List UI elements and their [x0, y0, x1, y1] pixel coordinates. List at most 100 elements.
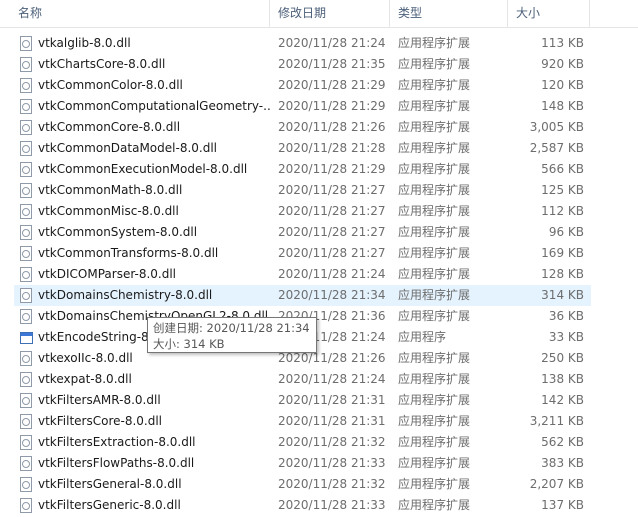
file-size: 36 KB [548, 309, 584, 323]
file-row[interactable]: vtkexpat-8.0.dll 2020/11/28 21:24 应用程序扩展 13… [0, 369, 638, 390]
file-name: vtkDomainsChemistry-8.0.dll [38, 288, 213, 302]
file-name: vtkFiltersGeneric-8.0.dll [38, 498, 181, 512]
column-header-date[interactable]: 修改日期 [272, 0, 390, 28]
column-header-name-label: 名称 [18, 6, 43, 20]
file-modified-date: 2020/11/28 21:34 [278, 288, 386, 302]
file-name: vtkFiltersCore-8.0.dll [38, 414, 163, 428]
file-modified-date: 2020/11/28 21:33 [278, 498, 386, 512]
file-type: 应用程序扩展 [398, 309, 471, 323]
file-size: 138 KB [541, 372, 584, 386]
file-name: vtkFiltersFlowPaths-8.0.dll [38, 456, 195, 470]
file-name: vtkCommonDataModel-8.0.dll [38, 141, 217, 155]
file-row[interactable]: vtkDomainsChemistryOpenGL2-8.0.dll 2020/1… [0, 306, 638, 327]
file-size: 120 KB [541, 78, 584, 92]
file-size: 128 KB [541, 267, 584, 281]
file-list: vtkalglib-8.0.dll 2020/11/28 21:24 应用程序扩展 1… [0, 33, 638, 516]
file-row[interactable]: vtkCommonDataModel-8.0.dll 2020/11/28 21:… [0, 138, 638, 159]
file-size: 314 KB [541, 288, 584, 302]
dll-file-icon [20, 267, 32, 282]
file-row[interactable]: vtkCommonColor-8.0.dll 2020/11/28 21:29 应用… [0, 75, 638, 96]
file-name: vtkChartsCore-8.0.dll [38, 57, 166, 71]
file-name: vtkFiltersGeneral-8.0.dll [38, 477, 182, 491]
file-type: 应用程序扩展 [398, 456, 471, 470]
dll-file-icon [20, 204, 32, 219]
file-row[interactable]: vtkCommonComputationalGeometry-... 2020/1… [0, 96, 638, 117]
file-size: 96 KB [548, 225, 584, 239]
column-header-size-label: 大小 [516, 6, 541, 20]
file-size: 2,207 KB [529, 477, 584, 491]
file-name: vtkCommonMisc-8.0.dll [38, 204, 179, 218]
file-modified-date: 2020/11/28 21:27 [278, 246, 386, 260]
file-modified-date: 2020/11/28 21:31 [278, 393, 386, 407]
file-row[interactable]: vtkChartsCore-8.0.dll 2020/11/28 21:35 应用程… [0, 54, 638, 75]
dll-file-icon [20, 78, 32, 93]
file-modified-date: 2020/11/28 21:24 [278, 267, 386, 281]
file-size: 33 KB [548, 330, 584, 344]
file-row[interactable]: vtkFiltersGeneral-8.0.dll 2020/11/28 21:3… [0, 474, 638, 495]
file-type: 应用程序 [398, 330, 447, 344]
file-type: 应用程序扩展 [398, 414, 471, 428]
file-row[interactable]: vtkCommonMath-8.0.dll 2020/11/28 21:27 应用程… [0, 180, 638, 201]
file-name: vtkCommonTransforms-8.0.dll [38, 246, 219, 260]
dll-file-icon [20, 372, 32, 387]
file-row[interactable]: vtkFiltersExtraction-8.0.dll 2020/11/28 2… [0, 432, 638, 453]
dll-file-icon [20, 36, 32, 51]
file-type: 应用程序扩展 [398, 435, 471, 449]
file-row[interactable]: vtkCommonSystem-8.0.dll 2020/11/28 21:27 应… [0, 222, 638, 243]
file-name: vtkexpat-8.0.dll [38, 372, 132, 386]
column-header-size[interactable]: 大小 [510, 0, 590, 28]
file-name: vtkCommonCore-8.0.dll [38, 120, 181, 134]
file-type: 应用程序扩展 [398, 351, 471, 365]
dll-file-icon [20, 435, 32, 450]
file-size: 113 KB [541, 36, 584, 50]
column-header-type[interactable]: 类型 [392, 0, 508, 28]
file-type: 应用程序扩展 [398, 204, 471, 218]
file-type: 应用程序扩展 [398, 36, 471, 50]
dll-file-icon [20, 477, 32, 492]
file-name: vtkCommonExecutionModel-8.0.dll [38, 162, 248, 176]
file-modified-date: 2020/11/28 21:35 [278, 57, 386, 71]
file-row[interactable]: vtkCommonExecutionModel-8.0.dll 2020/11/2… [0, 159, 638, 180]
file-row[interactable]: vtkFiltersCore-8.0.dll 2020/11/28 21:31 应用… [0, 411, 638, 432]
dll-file-icon [20, 414, 32, 429]
file-row[interactable]: vtkDICOMParser-8.0.dll 2020/11/28 21:24 应用… [0, 264, 638, 285]
file-type: 应用程序扩展 [398, 225, 471, 239]
column-header-bar: 名称 ^ 修改日期 类型 大小 [0, 0, 638, 28]
file-type: 应用程序扩展 [398, 246, 471, 260]
file-size: 566 KB [541, 162, 584, 176]
dll-file-icon [20, 246, 32, 261]
file-name: vtkFiltersAMR-8.0.dll [38, 393, 161, 407]
file-size: 125 KB [541, 183, 584, 197]
file-type: 应用程序扩展 [398, 141, 471, 155]
file-row[interactable]: vtkCommonCore-8.0.dll 2020/11/28 21:26 应用程… [0, 117, 638, 138]
file-modified-date: 2020/11/28 21:31 [278, 414, 386, 428]
file-size: 169 KB [541, 246, 584, 260]
file-row[interactable]: vtkFiltersAMR-8.0.dll 2020/11/28 21:31 应用程… [0, 390, 638, 411]
dll-file-icon [20, 351, 32, 366]
dll-file-icon [20, 393, 32, 408]
file-type: 应用程序扩展 [398, 120, 471, 134]
file-row[interactable]: vtkDomainsChemistry-8.0.dll 2020/11/28 21… [0, 285, 638, 306]
exe-file-icon [20, 332, 33, 344]
file-type: 应用程序扩展 [398, 393, 471, 407]
file-row[interactable]: vtkFiltersFlowPaths-8.0.dll 2020/11/28 21… [0, 453, 638, 474]
dll-file-icon [20, 225, 32, 240]
file-type: 应用程序扩展 [398, 99, 471, 113]
file-name: vtkCommonComputationalGeometry-... [38, 99, 270, 113]
file-size: 3,211 KB [529, 414, 584, 428]
dll-file-icon [20, 309, 32, 324]
file-row[interactable]: vtkFiltersGeneric-8.0.dll 2020/11/28 21:3… [0, 495, 638, 516]
file-size: 2,587 KB [529, 141, 584, 155]
file-size: 920 KB [541, 57, 584, 71]
file-row[interactable]: vtkCommonTransforms-8.0.dll 2020/11/28 21… [0, 243, 638, 264]
file-row[interactable]: vtkEncodeString-8.0.exe 2020/11/28 21:24 应… [0, 327, 638, 348]
sort-ascending-icon: ^ [137, 0, 146, 7]
file-name: vtkCommonSystem-8.0.dll [38, 225, 198, 239]
file-row[interactable]: vtkalglib-8.0.dll 2020/11/28 21:24 应用程序扩展 1… [0, 33, 638, 54]
file-modified-date: 2020/11/28 21:24 [278, 372, 386, 386]
file-type: 应用程序扩展 [398, 498, 471, 512]
dll-file-icon [20, 288, 32, 303]
file-type: 应用程序扩展 [398, 477, 471, 491]
file-row[interactable]: vtkCommonMisc-8.0.dll 2020/11/28 21:27 应用程… [0, 201, 638, 222]
file-row[interactable]: vtkexoIIc-8.0.dll 2020/11/28 21:26 应用程序扩展 2… [0, 348, 638, 369]
